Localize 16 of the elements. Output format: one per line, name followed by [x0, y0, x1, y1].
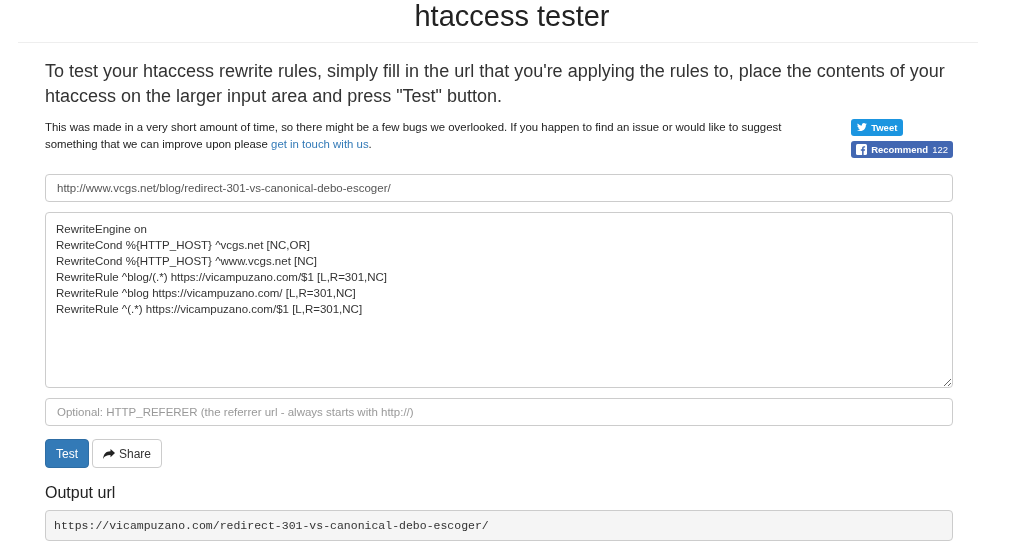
intro-text: To test your htaccess rewrite rules, simply fill in the url that you're applying the rules to, place the contents of your htaccess on the larger input area and press "Test" button.	[45, 60, 946, 108]
share-button[interactable]: Share	[92, 439, 163, 468]
contact-link[interactable]: get in touch with us	[271, 138, 369, 150]
f-logo-icon	[856, 144, 868, 155]
output-heading: Output url	[45, 484, 117, 502]
share-arrow-icon	[103, 448, 115, 459]
output-url-field: https://vicampuzano.com/redirect-301-vs-canonical-debo-escoger/	[45, 510, 953, 541]
test-button[interactable]: Test	[45, 439, 89, 468]
bird-icon	[857, 123, 868, 132]
referer-field[interactable]: Optional: HTTP_REFERER (the referrer url - always starts with http://)	[45, 398, 953, 426]
url-field[interactable]: http://www.vcgs.net/blog/redirect-301-vs-canonical-debo-escoger/	[45, 174, 953, 202]
notice-text: This was made in a very short amount of time, so there might be a few bugs we overlooked. If you happen to find an issue or would like to suggest something that we can improve upon please get in touch with us.	[45, 120, 783, 152]
tweet-button[interactable]: Tweet	[851, 119, 904, 136]
page-title: htaccess tester	[413, 0, 611, 32]
recommend-button[interactable]: Recommend 122	[851, 141, 953, 158]
rules-textarea[interactable]: RewriteEngine on RewriteCond %{HTTP_HOST} ^vcgs.net [NC,OR] RewriteCond %{HTTP_HOST} ^www.vcgs.net [NC] RewriteRule ^blog/(.*) https://vicampuzano.com/$1 [L,R=301,NC] RewriteRule ^blog https://vicampuzano.com/ [L,R=301,NC] RewriteRule ^(.*) https://vicampuzano.com/$1 [L,R=301,NC]	[45, 212, 953, 388]
